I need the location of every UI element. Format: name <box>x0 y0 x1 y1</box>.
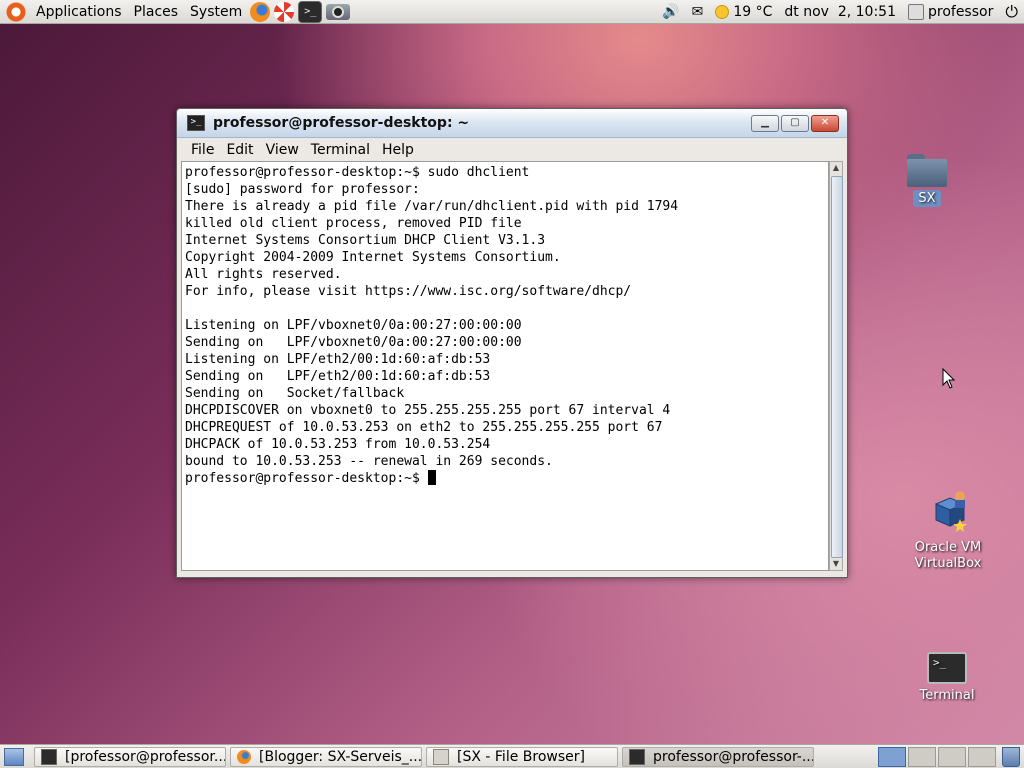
terminal-line: For info, please visit https://www.isc.o… <box>185 284 632 299</box>
menu-help[interactable]: Help <box>376 142 420 158</box>
help-lifebuoy-icon[interactable] <box>274 1 295 22</box>
bottom-panel: [professor@professor... [Blogger: SX-Ser… <box>0 744 1024 768</box>
terminal-line: Internet Systems Consortium DHCP Client … <box>185 233 546 248</box>
workspace-3[interactable] <box>938 746 966 767</box>
terminal-line: killed old client process, removed PID f… <box>185 216 522 231</box>
ubuntu-logo-icon[interactable] <box>6 1 26 22</box>
scroll-thumb[interactable] <box>831 176 843 558</box>
menu-system[interactable]: System <box>184 4 248 20</box>
terminal-text: professor@professor-desktop:~$ sudo dhcl… <box>182 162 828 487</box>
scroll-down-arrow-icon[interactable]: ▼ <box>830 558 842 570</box>
task-terminal-2[interactable]: professor@professor-... <box>622 746 814 767</box>
trash-icon[interactable] <box>1002 746 1020 767</box>
terminal-line: All rights reserved. <box>185 267 342 282</box>
terminal-line: Sending on LPF/vboxnet0/0a:00:27:00:00:0… <box>185 335 522 350</box>
terminal-line: professor@professor-desktop:~$ sudo dhcl… <box>185 165 530 180</box>
terminal-icon: >_ <box>187 115 205 131</box>
top-panel: Applications Places System >_ 🔊 ✉ 19 °C … <box>0 0 1024 24</box>
show-desktop-icon[interactable] <box>4 747 24 766</box>
mouse-pointer-icon <box>942 368 956 389</box>
terminal-icon <box>41 748 57 765</box>
mail-icon[interactable]: ✉ <box>686 4 710 20</box>
clock[interactable]: dt nov 2, 10:51 <box>778 4 902 20</box>
workspace-switcher <box>876 746 1020 767</box>
file-browser-icon <box>433 748 449 765</box>
volume-icon[interactable]: 🔊 <box>656 4 685 20</box>
terminal-line: DHCPDISCOVER on vboxnet0 to 255.255.255.… <box>185 403 671 418</box>
menu-applications[interactable]: Applications <box>30 4 128 20</box>
screenshot-camera-icon[interactable] <box>326 3 351 20</box>
menu-file[interactable]: File <box>185 142 220 158</box>
menu-places[interactable]: Places <box>128 4 185 20</box>
minimize-button[interactable]: ▁ <box>751 114 779 132</box>
desktop-icon-virtualbox[interactable]: Oracle VM VirtualBox <box>906 490 990 572</box>
terminal-line: Listening on LPF/eth2/00:1d:60:af:db:53 <box>185 352 491 367</box>
close-button[interactable]: ✕ <box>811 114 839 132</box>
terminal-line: DHCPREQUEST of 10.0.53.253 on eth2 to 25… <box>185 420 663 435</box>
task-file-browser[interactable]: [SX - File Browser] <box>426 746 618 767</box>
terminal-line: There is already a pid file /var/run/dhc… <box>185 199 679 214</box>
power-icon[interactable]: ⏻ <box>999 2 1024 22</box>
terminal-line: Copyright 2004-2009 Internet Systems Con… <box>185 250 561 265</box>
terminal-line: DHCPACK of 10.0.53.253 from 10.0.53.254 <box>185 437 491 452</box>
terminal-line: bound to 10.0.53.253 -- renewal in 269 s… <box>185 454 553 469</box>
terminal-line: [sudo] password for professor: <box>185 182 420 197</box>
terminal-prompt: professor@professor-desktop:~$ <box>185 471 428 486</box>
menu-terminal[interactable]: Terminal <box>305 142 376 158</box>
user-menu[interactable]: professor <box>902 3 999 20</box>
desktop-icon-sx[interactable]: SX <box>902 154 952 207</box>
weather-temp: 19 °C <box>733 3 773 20</box>
maximize-button[interactable]: ▢ <box>781 114 809 132</box>
terminal-cursor <box>427 470 436 485</box>
task-label: [Blogger: SX-Serveis_... <box>259 748 422 765</box>
workspace-2[interactable] <box>908 746 936 767</box>
window-titlebar[interactable]: >_ professor@professor-desktop: ~ ▁ ▢ ✕ <box>177 109 847 138</box>
task-terminal-1[interactable]: [professor@professor... <box>34 746 226 767</box>
menu-view[interactable]: View <box>260 142 305 158</box>
user-icon <box>907 3 924 20</box>
window-title: professor@professor-desktop: ~ <box>213 115 470 131</box>
terminal-icon[interactable]: >_ <box>298 0 323 23</box>
firefox-icon[interactable] <box>250 1 271 22</box>
workspace-4[interactable] <box>968 746 996 767</box>
task-label: professor@professor-... <box>653 748 814 765</box>
terminal-line: Sending on Socket/fallback <box>185 386 405 401</box>
virtualbox-icon <box>934 491 967 532</box>
terminal-line: Listening on LPF/vboxnet0/0a:00:27:00:00… <box>185 318 522 333</box>
vertical-scrollbar[interactable]: ▲ ▼ <box>829 161 843 571</box>
scroll-up-arrow-icon[interactable]: ▲ <box>830 162 842 174</box>
task-label: [SX - File Browser] <box>457 748 585 765</box>
terminal-window[interactable]: >_ professor@professor-desktop: ~ ▁ ▢ ✕ … <box>176 108 848 578</box>
desktop-icon-label: SX <box>913 190 941 207</box>
weather-indicator[interactable]: 19 °C <box>709 4 778 20</box>
workspace-1[interactable] <box>878 746 906 767</box>
desktop-icon-terminal[interactable]: >_ Terminal <box>912 652 982 703</box>
terminal-icon <box>629 748 645 765</box>
user-name: professor <box>927 3 994 20</box>
menu-edit[interactable]: Edit <box>220 142 259 158</box>
firefox-icon <box>237 749 251 764</box>
desktop-icon-label: Terminal <box>919 688 975 703</box>
terminal-line: Sending on LPF/eth2/00:1d:60:af:db:53 <box>185 369 491 384</box>
task-label: [professor@professor... <box>65 748 226 765</box>
terminal-menubar: File Edit View Terminal Help <box>177 138 847 162</box>
terminal-output[interactable]: professor@professor-desktop:~$ sudo dhcl… <box>181 161 829 571</box>
folder-icon <box>907 154 947 187</box>
terminal-icon: >_ <box>927 652 967 684</box>
task-firefox-blogger[interactable]: [Blogger: SX-Serveis_... <box>230 746 422 767</box>
sun-icon <box>715 4 730 19</box>
desktop-icon-label: Oracle VM VirtualBox <box>914 540 982 571</box>
